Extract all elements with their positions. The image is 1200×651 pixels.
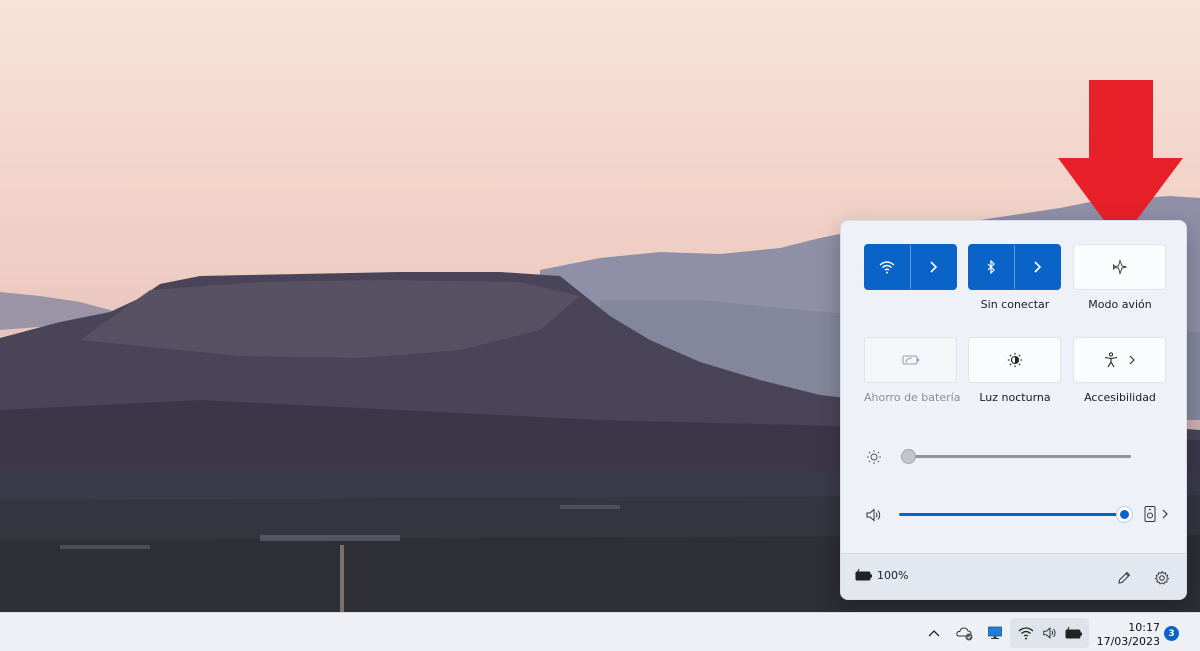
battery-saver-label: Ahorro de batería [864,391,961,404]
chevron-right-icon [1162,509,1168,519]
display-icon [988,626,1002,639]
quick-settings-panel: Sin conectar Modo avión Ahorro de baterí… [840,220,1187,600]
battery-charging-icon [1065,626,1082,639]
audio-output-button[interactable] [1143,505,1169,523]
airplane-mode-tile[interactable] [1073,244,1166,290]
bluetooth-toggle[interactable] [969,245,1015,289]
volume-track[interactable] [899,513,1125,516]
wifi-icon [1018,627,1034,640]
wifi-expand-button[interactable] [911,245,957,289]
display-tray-button[interactable] [985,623,1005,643]
wifi-tray-icon [1016,623,1036,643]
wifi-tile-wrapper [864,244,958,298]
quick-settings-footer: 100% [841,553,1186,599]
night-light-tile-wrapper: Luz nocturna [968,337,1062,404]
airplane-mode-label: Modo avión [1088,298,1152,311]
pencil-icon [1118,571,1131,584]
notification-badge[interactable]: 3 [1164,626,1179,641]
gear-icon [1154,570,1170,585]
bluetooth-label: Sin conectar [980,298,1050,311]
wifi-toggle[interactable] [865,245,911,289]
volume-tray-icon [1040,623,1060,643]
night-light-icon [1007,352,1022,368]
show-hidden-icons-button[interactable] [926,623,942,643]
bluetooth-expand-button[interactable] [1015,245,1061,289]
accessibility-tile-wrapper: Accesibilidad [1073,337,1167,404]
accessibility-label: Accesibilidad [1084,391,1156,404]
red-arrow-annotation [1058,80,1183,242]
brightness-slider-row [865,445,1165,469]
speaker-device-icon [1144,506,1156,522]
airplane-icon [1112,259,1127,275]
chevron-right-icon [1034,261,1042,273]
volume-slider-row [865,503,1175,527]
edit-button[interactable] [1113,567,1135,589]
speaker-icon [1043,627,1056,639]
battery-saver-tile[interactable] [864,337,957,383]
settings-button[interactable] [1151,567,1173,589]
quick-settings-tray-button[interactable] [1010,618,1089,648]
accessibility-tile[interactable] [1073,337,1166,383]
brightness-track[interactable] [907,455,1131,458]
bluetooth-icon [987,260,996,274]
clock-button[interactable]: 10:17 17/03/2023 [1094,621,1160,649]
battery-saver-tile-wrapper: Ahorro de batería [864,337,961,404]
battery-percentage: 100% [877,568,909,582]
wifi-icon [879,261,895,274]
clock-time: 10:17 [1128,621,1160,634]
brightness-thumb[interactable] [901,449,916,464]
chevron-up-icon [928,630,940,637]
battery-status[interactable]: 100% [855,568,908,582]
night-light-tile[interactable] [968,337,1061,383]
accessibility-icon [1104,352,1117,368]
wifi-tile[interactable] [864,244,957,290]
bluetooth-tile[interactable] [968,244,1061,290]
onedrive-tray-button[interactable] [955,623,975,643]
quick-settings-body: Sin conectar Modo avión Ahorro de baterí… [841,221,1186,553]
airplane-tile-wrapper: Modo avión [1073,244,1167,311]
battery-charging-icon [855,568,872,581]
chevron-right-icon [930,261,938,273]
battery-tray-icon [1064,623,1084,643]
clock-date: 17/03/2023 [1096,635,1160,648]
chevron-right-icon [1129,355,1135,365]
volume-thumb[interactable] [1117,507,1132,522]
night-light-label: Luz nocturna [979,391,1051,404]
onedrive-sync-icon [956,627,973,641]
brightness-icon [867,450,881,464]
speaker-icon[interactable] [865,506,883,524]
bluetooth-tile-wrapper: Sin conectar [968,244,1062,311]
taskbar: 10:17 17/03/2023 3 [0,612,1200,651]
battery-saver-icon [902,355,919,365]
